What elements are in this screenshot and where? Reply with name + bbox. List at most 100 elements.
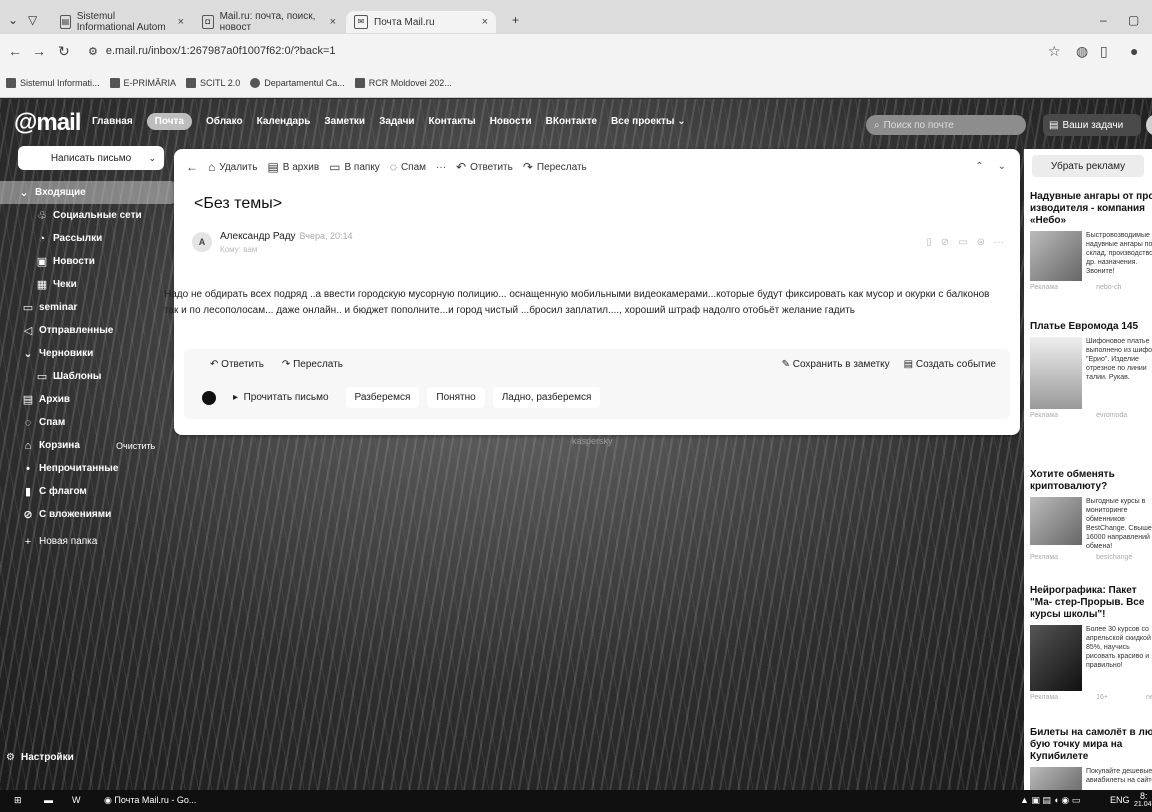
extension-icon[interactable]: ◍ <box>1076 43 1088 60</box>
mail-search[interactable]: ⌕ Поиск по почте <box>866 115 1026 135</box>
folder-templates[interactable]: ▭ Шаблоны <box>0 365 170 388</box>
tab-close-icon[interactable]: × <box>178 16 184 28</box>
ad-item[interactable]: Билеты на самолёт в лю- бую точку мира н… <box>1030 727 1152 790</box>
folder-trash[interactable]: ⌂ Корзина Очистить <box>0 434 170 457</box>
print-icon[interactable]: ▭ <box>958 237 967 248</box>
quick-reply-3[interactable]: Ладно, разберемся <box>492 387 601 408</box>
folder-archive[interactable]: ▤ Архив <box>0 388 170 411</box>
empty-trash-button[interactable]: Очистить <box>116 441 155 451</box>
folder-receipts[interactable]: ▦ Чеки <box>0 273 170 296</box>
menu-all-projects[interactable]: Все проекты ⌄ <box>611 116 686 130</box>
new-folder-button[interactable]: + Новая папка <box>0 530 170 553</box>
menu-news[interactable]: Новости <box>490 116 532 130</box>
menu-tasks[interactable]: Задачи <box>379 116 414 130</box>
input-language[interactable]: ENG <box>1110 795 1130 805</box>
tab-close-icon[interactable]: × <box>330 16 336 28</box>
menu-contacts[interactable]: Контакты <box>429 116 476 130</box>
folder-inbox[interactable]: ⌄ Входящие <box>0 181 178 204</box>
user-avatar[interactable] <box>1146 114 1152 136</box>
windows-start-icon[interactable]: ⊞ <box>14 795 22 806</box>
menu-calendar[interactable]: Календарь <box>257 116 311 130</box>
bookmark-departamentul[interactable]: Departamentul Ca... <box>250 77 345 88</box>
sender-avatar[interactable]: A <box>192 232 212 252</box>
chevron-up-icon[interactable]: ⌃ <box>975 161 983 172</box>
more-icon[interactable]: ··· <box>994 237 1004 248</box>
new-tab-button[interactable]: + <box>512 13 519 27</box>
reply-button[interactable]: ↶ Ответить <box>456 160 513 174</box>
profile-icon[interactable]: ● <box>1130 43 1138 59</box>
url-field[interactable]: ⚙ e.mail.ru/inbox/1:267987a0f1007f62:0/?… <box>88 40 928 62</box>
tab-sistemul[interactable]: ▤ Sistemul Informational Autom × <box>52 11 192 33</box>
bookmark-rcr[interactable]: RCR Moldovei 202... <box>354 77 452 88</box>
filter-flagged[interactable]: ▮ С флагом <box>0 480 170 503</box>
mail-logo[interactable]: @mail <box>14 109 81 137</box>
tasks-button[interactable]: ▤ Ваши задачи <box>1043 114 1141 136</box>
chevron-down-icon[interactable]: ⌄ <box>998 161 1006 172</box>
folder-mailings[interactable]: ◔ Рассылки <box>0 227 170 250</box>
folder-drafts[interactable]: ⌄ Черновики <box>0 342 170 365</box>
quick-reply-1[interactable]: Разберемся <box>345 387 420 408</box>
folder-spam[interactable]: ◌ Спам <box>0 411 170 434</box>
word-icon[interactable]: W <box>72 795 81 805</box>
ad-item[interactable]: Нейрографика: Пакет "Ма- стер-Прорыв. Вс… <box>1030 585 1152 701</box>
quick-reply-read[interactable]: ▸ Прочитать письмо <box>224 387 338 408</box>
create-event-button[interactable]: ▤ Создать событие <box>904 359 996 370</box>
bookmark-icon[interactable]: ▯ <box>926 237 932 248</box>
tab-close-icon[interactable]: × <box>482 16 488 28</box>
folder-news[interactable]: ▣ Новости <box>0 250 170 273</box>
settings-button[interactable]: ⚙ Настройки <box>6 752 74 763</box>
clock-date[interactable]: 21.04 <box>1134 801 1152 808</box>
puzzle-icon[interactable]: ▯ <box>1100 43 1108 60</box>
ad-item[interactable]: Хотите обменять криптовалюту? Выгодные к… <box>1030 469 1152 561</box>
back-icon[interactable]: ← <box>8 43 22 59</box>
delete-button[interactable]: ⌂ Удалить <box>208 160 257 174</box>
remove-ads-button[interactable]: Убрать рекламу <box>1032 155 1144 177</box>
reply-bottom-button[interactable]: ↶ Ответить <box>210 359 264 370</box>
clock-time[interactable]: 8: <box>1140 791 1148 801</box>
quick-reply-2[interactable]: Понятно <box>427 387 485 408</box>
letter-recipient: Кому: вам <box>220 245 258 254</box>
move-to-folder-button[interactable]: ▭ В папку <box>329 160 380 174</box>
menu-home[interactable]: Главная <box>92 116 133 130</box>
tab-list-chevron-icon[interactable]: ⌄ <box>8 13 18 27</box>
ad-item[interactable]: Надувные ангары от про- изводителя - ком… <box>1030 191 1152 291</box>
reload-icon[interactable]: ↻ <box>58 43 70 60</box>
bookmark-eprimaria[interactable]: E-PRIMĂRIA <box>109 77 176 88</box>
minimize-icon[interactable]: – <box>1100 13 1107 27</box>
menu-mail[interactable]: Почта <box>146 113 192 130</box>
save-note-button[interactable]: ✎ Сохранить в заметку <box>782 359 890 370</box>
ad-desc: Выгодные курсы в мониторинге обменников … <box>1086 498 1152 550</box>
bookmark-scitl[interactable]: SCITL 2.0 <box>186 77 240 88</box>
menu-vk[interactable]: ВКонтакте <box>546 116 597 130</box>
archive-button[interactable]: ▤ В архив <box>267 160 319 174</box>
tray-icons[interactable]: ▲ ▣ ▤ ◖ ◉ ▭ <box>1020 795 1080 806</box>
pin-icon[interactable]: ⊘ <box>941 237 949 248</box>
ad-item[interactable]: Платье Евромода 145 Шифоновое платье вып… <box>1030 321 1152 419</box>
spam-button[interactable]: ◌ Спам <box>390 160 426 174</box>
menu-cloud[interactable]: Облако <box>206 116 243 130</box>
forward-button[interactable]: ↷ Переслать <box>523 160 587 174</box>
menu-notes[interactable]: Заметки <box>324 116 365 130</box>
taskbar-browser-app[interactable]: ◉ Почта Mail.ru - Go... <box>104 795 196 806</box>
folder-social[interactable]: ♧ Социальные сети <box>0 204 170 227</box>
bookmark-star-icon[interactable]: ☆ <box>1048 43 1061 60</box>
file-explorer-icon[interactable]: ▬ <box>44 795 53 805</box>
chevron-down-icon[interactable]: ⌄ <box>148 153 156 164</box>
bookmark-sistemul[interactable]: Sistemul Informati... <box>6 77 100 88</box>
forward-icon[interactable]: → <box>32 43 46 59</box>
browser-extension-icon[interactable]: ▽ <box>28 13 37 27</box>
back-button[interactable]: ← <box>186 160 198 174</box>
site-info-icon[interactable]: ⚙ <box>88 45 98 58</box>
tab-pochta[interactable]: ✉ Почта Mail.ru × <box>346 11 496 33</box>
folder-seminar[interactable]: ▭ seminar <box>0 296 170 319</box>
translate-icon[interactable]: ⊜ <box>977 237 985 248</box>
folder-sent[interactable]: ◁ Отправленные <box>0 319 170 342</box>
sender-name[interactable]: Александр Раду <box>220 231 296 242</box>
filter-unread[interactable]: • Непрочитанные <box>0 457 170 480</box>
forward-bottom-button[interactable]: ↷ Переслать <box>282 359 343 370</box>
tab-mailru[interactable]: ◘ Mail.ru: почта, поиск, новост × <box>194 11 344 33</box>
maximize-icon[interactable]: ▢ <box>1128 13 1139 27</box>
compose-button[interactable]: Написать письмо ⌄ <box>18 146 164 170</box>
more-button[interactable]: ··· <box>436 162 446 173</box>
filter-attachments[interactable]: ⊘ С вложениями <box>0 503 170 526</box>
